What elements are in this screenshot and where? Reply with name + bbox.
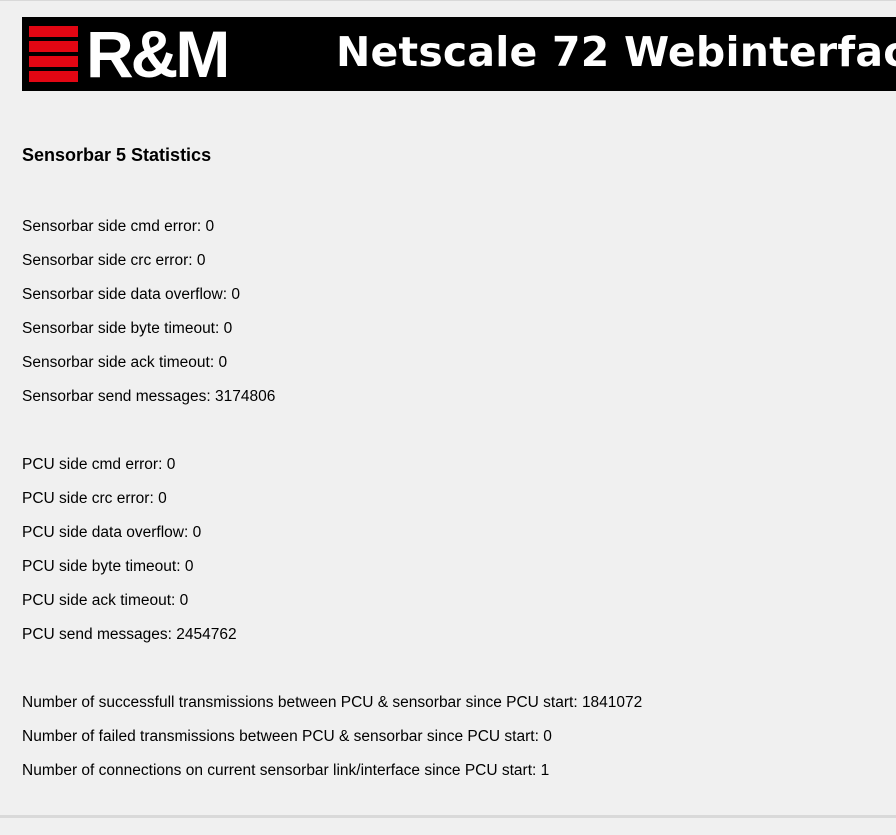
stat-pcu-crc-error: PCU side crc error: 0 — [22, 490, 167, 508]
stat-successful-transmissions: Number of successfull transmissions betw… — [22, 694, 642, 712]
stat-connections-count: Number of connections on current sensorb… — [22, 762, 549, 780]
stat-label: Sensorbar side cmd error: — [22, 218, 202, 235]
stat-value: 0 — [192, 524, 202, 541]
stat-value: 2454762 — [176, 626, 237, 643]
stat-sensorbar-crc-error: Sensorbar side crc error: 0 — [22, 252, 206, 270]
bottom-border — [0, 815, 896, 818]
stat-label: Sensorbar side data overflow: — [22, 286, 228, 303]
stat-value: 0 — [223, 320, 233, 337]
stat-value: 0 — [184, 558, 194, 575]
stat-value: 0 — [196, 252, 206, 269]
stat-value: 0 — [158, 490, 167, 507]
stat-label: Number of connections on current sensorb… — [22, 762, 537, 779]
stat-label: PCU side cmd error: — [22, 456, 163, 473]
stat-value: 0 — [543, 728, 552, 745]
logo-stripes-icon — [29, 26, 78, 83]
stat-sensorbar-send-messages: Sensorbar send messages: 3174806 — [22, 388, 275, 406]
stat-value: 1 — [540, 762, 550, 779]
stat-value: 0 — [179, 592, 189, 609]
stat-label: PCU side data overflow: — [22, 524, 189, 541]
stat-sensorbar-byte-timeout: Sensorbar side byte timeout: 0 — [22, 320, 232, 338]
stat-label: Sensorbar side byte timeout: — [22, 320, 220, 337]
top-border — [0, 0, 896, 1]
stat-pcu-cmd-error: PCU side cmd error: 0 — [22, 456, 175, 474]
stat-label: Sensorbar send messages: — [22, 388, 211, 405]
stat-label: Sensorbar side ack timeout: — [22, 354, 215, 371]
stat-value: 1841072 — [581, 694, 643, 711]
stat-value: 0 — [166, 456, 176, 473]
page-title: Sensorbar 5 Statistics — [22, 145, 212, 165]
stat-sensorbar-ack-timeout: Sensorbar side ack timeout: 0 — [22, 354, 227, 372]
stat-value: 0 — [218, 354, 228, 371]
stat-label: Number of failed transmissions between P… — [22, 728, 539, 745]
app-title: Netscale 72 Webinterface — [336, 28, 896, 76]
stat-label: PCU side ack timeout: — [22, 592, 176, 609]
stat-pcu-data-overflow: PCU side data overflow: 0 — [22, 524, 201, 542]
stat-label: PCU side byte timeout: — [22, 558, 181, 575]
stat-failed-transmissions: Number of failed transmissions between P… — [22, 728, 552, 746]
stat-sensorbar-cmd-error: Sensorbar side cmd error: 0 — [22, 218, 214, 236]
stat-value: 0 — [231, 286, 240, 303]
stat-pcu-byte-timeout: PCU side byte timeout: 0 — [22, 558, 193, 576]
stat-label: PCU send messages: — [22, 626, 172, 643]
stat-value: 3174806 — [215, 388, 276, 405]
logo-text: R&M — [86, 17, 230, 91]
stat-sensorbar-data-overflow: Sensorbar side data overflow: 0 — [22, 286, 240, 304]
stat-label: Sensorbar side crc error: — [22, 252, 193, 269]
header-banner: R&M Netscale 72 Webinterface — [22, 17, 896, 91]
stat-pcu-ack-timeout: PCU side ack timeout: 0 — [22, 592, 188, 610]
stat-label: PCU side crc error: — [22, 490, 154, 507]
stat-value: 0 — [205, 218, 215, 235]
stat-pcu-send-messages: PCU send messages: 2454762 — [22, 626, 237, 644]
stat-label: Number of successfull transmissions betw… — [22, 694, 578, 711]
